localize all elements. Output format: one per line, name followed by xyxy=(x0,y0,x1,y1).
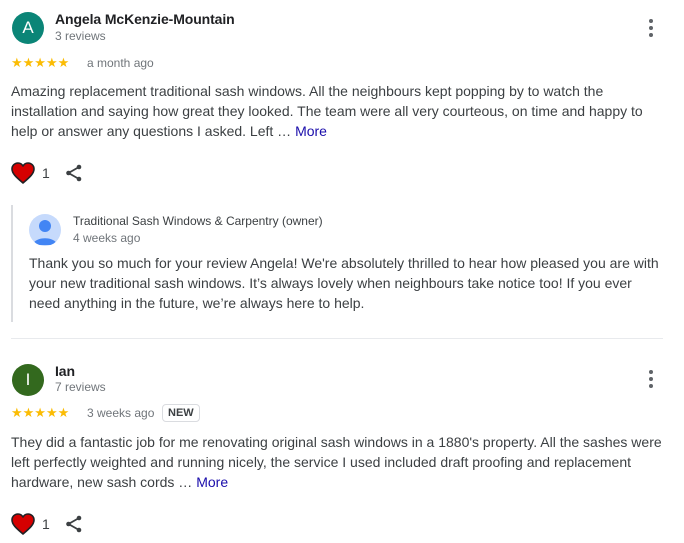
reviewer-review-count: 3 reviews xyxy=(55,29,106,43)
reviewer-avatar[interactable]: A xyxy=(12,12,44,44)
more-options-icon[interactable] xyxy=(641,16,661,40)
owner-avatar[interactable] xyxy=(29,214,61,246)
reply-text: Thank you so much for your review Angela… xyxy=(29,255,659,311)
reply-date: 4 weeks ago xyxy=(73,231,141,245)
review-text: Amazing replacement traditional sash win… xyxy=(11,81,661,141)
heart-icon[interactable] xyxy=(11,513,35,535)
share-icon[interactable] xyxy=(65,164,83,182)
reviewer-name[interactable]: Angela McKenzie-Mountain xyxy=(55,11,235,27)
reviewer-review-count: 7 reviews xyxy=(55,380,106,394)
heart-icon[interactable] xyxy=(11,162,35,184)
star-rating: ★★★★★ xyxy=(11,405,70,420)
avatar-letter: A xyxy=(22,18,34,37)
share-icon[interactable] xyxy=(65,515,83,533)
new-badge: NEW xyxy=(162,404,200,422)
owner-name[interactable]: Traditional Sash Windows & Carpentry (ow… xyxy=(73,214,323,228)
reply-left-border xyxy=(11,205,13,322)
more-link[interactable]: More xyxy=(295,123,327,139)
reviewer-avatar[interactable]: I xyxy=(12,364,44,396)
review-text-content: They did a fantastic job for me renovati… xyxy=(11,434,662,490)
review-text: They did a fantastic job for me renovati… xyxy=(11,432,671,492)
star-rating: ★★★★★ xyxy=(11,55,70,70)
avatar-letter: I xyxy=(25,370,31,389)
review-divider xyxy=(11,338,663,339)
review-date: a month ago xyxy=(87,56,154,70)
like-count: 1 xyxy=(42,165,50,181)
like-count: 1 xyxy=(42,516,50,532)
more-link[interactable]: More xyxy=(196,474,228,490)
review-date: 3 weeks ago xyxy=(87,406,155,420)
reviewer-name[interactable]: Ian xyxy=(55,363,75,379)
more-options-icon[interactable] xyxy=(641,367,661,391)
